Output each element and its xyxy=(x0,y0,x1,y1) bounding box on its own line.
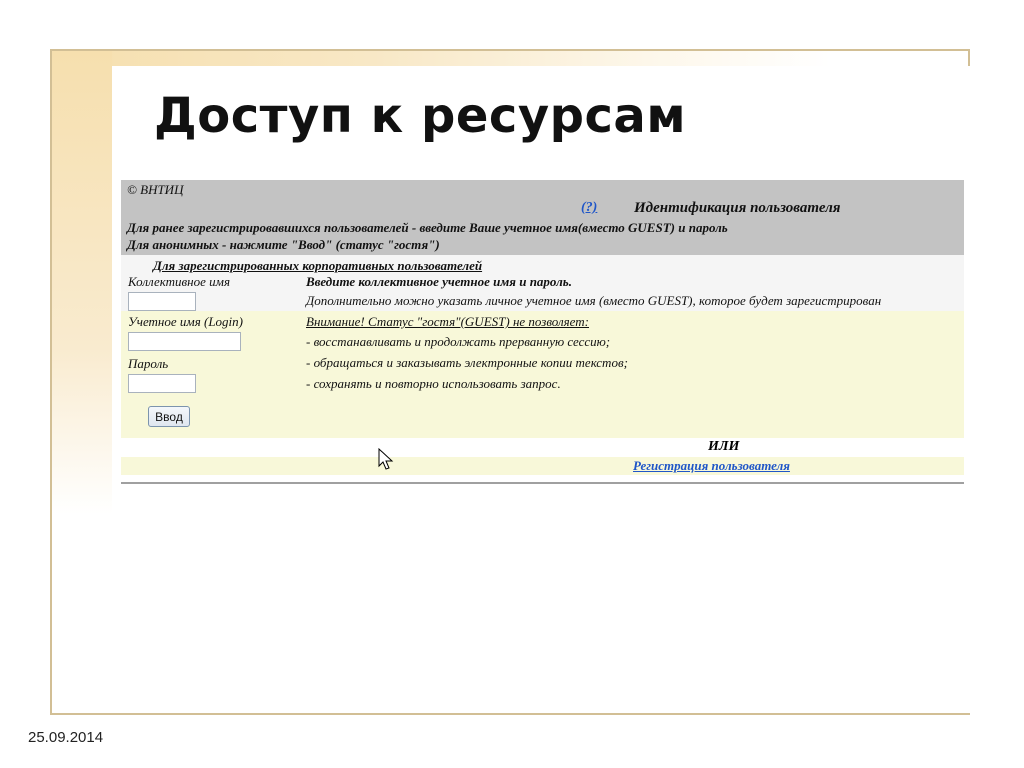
or-separator: ИЛИ xyxy=(121,438,964,457)
identification-header: © ВНТИЦ (?) Идентификация пользователя Д… xyxy=(121,180,964,255)
or-label: ИЛИ xyxy=(708,439,740,454)
mouse-pointer-icon xyxy=(378,448,394,470)
frame-left-band xyxy=(52,51,112,713)
corporate-section: Для зарегистрированных корпоративных пол… xyxy=(121,255,964,311)
divider xyxy=(121,482,964,484)
login-web-page: © ВНТИЦ (?) Идентификация пользователя Д… xyxy=(121,180,964,484)
login-input[interactable] xyxy=(128,332,241,351)
collective-name-input[interactable] xyxy=(128,292,196,311)
slide-date: 25.09.2014 xyxy=(28,729,104,746)
login-section: Учетное имя (Login) Пароль Внимание! Ста… xyxy=(121,311,964,438)
personal-name-note: Дополнительно можно указать личное учетн… xyxy=(306,293,882,308)
anonymous-users-instruction: Для анонимных - нажмите "Ввод" (статус "… xyxy=(127,237,440,252)
submit-button[interactable]: Ввод xyxy=(148,406,190,427)
collective-name-label: Коллективное имя xyxy=(128,274,230,289)
identification-title: Идентификация пользователя xyxy=(634,200,841,216)
login-label: Учетное имя (Login) xyxy=(128,314,243,329)
guest-warning-item: - обращаться и заказывать электронные ко… xyxy=(306,355,628,370)
slide-title: Доступ к ресурсам xyxy=(154,88,687,144)
corporate-heading: Для зарегистрированных корпоративных пол… xyxy=(153,258,483,273)
guest-warning-item: - восстанавливать и продолжать прерванну… xyxy=(306,334,611,349)
help-link[interactable]: (?) xyxy=(581,200,597,216)
collective-instruction: Введите коллективное учетное имя и парол… xyxy=(306,274,572,289)
registration-row: Регистрация пользователя xyxy=(121,457,964,475)
register-link[interactable]: Регистрация пользователя xyxy=(633,458,790,474)
copyright-text: © ВНТИЦ xyxy=(127,182,184,197)
guest-warning-heading: Внимание! Статус "гостя"(GUEST) не позво… xyxy=(306,314,589,329)
password-input[interactable] xyxy=(128,374,196,393)
password-label: Пароль xyxy=(128,356,169,371)
registered-users-instruction: Для ранее зарегистрировавшихся пользоват… xyxy=(127,220,728,235)
guest-warning-item: - сохранять и повторно использовать запр… xyxy=(306,376,561,391)
